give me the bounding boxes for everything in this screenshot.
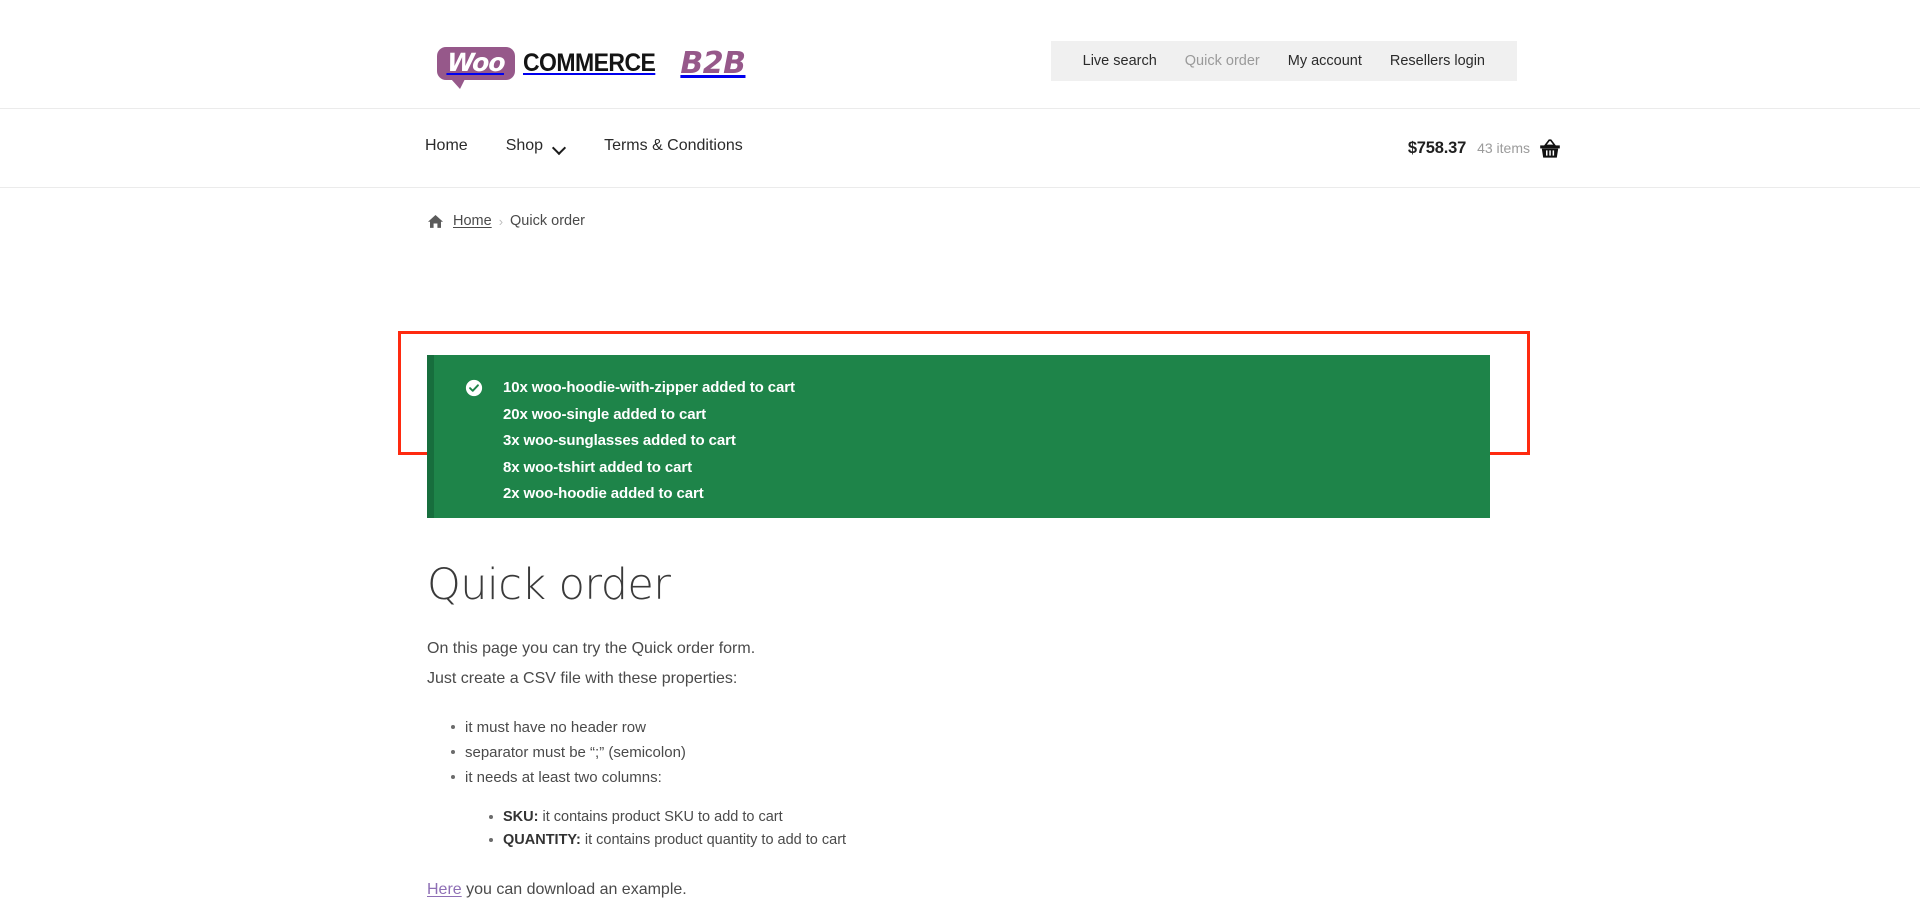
main-nav-bar: Home Shop Terms & Conditions $758.37 43 …: [0, 108, 1920, 188]
shopping-basket-icon[interactable]: [1538, 137, 1562, 161]
download-example-link[interactable]: Here: [427, 881, 462, 898]
cart-summary[interactable]: $758.37 43 items: [1408, 139, 1530, 158]
breadcrumb: Home › Quick order: [427, 213, 585, 229]
top-bar: Woo COMMERCE B2B Live search Quick order…: [0, 0, 1920, 108]
page-root: Woo COMMERCE B2B Live search Quick order…: [0, 0, 1920, 900]
main-content: Quick order On this page you can try the…: [427, 560, 1527, 900]
utility-nav-item-live-search[interactable]: Live search: [1069, 41, 1171, 81]
logo-woo-text: Woo: [446, 47, 506, 77]
alert-line: 20x woo-single added to cart: [503, 405, 707, 423]
home-icon: [427, 214, 444, 229]
page-title: Quick order: [427, 560, 671, 610]
download-example-line: Here you can download an example.: [427, 877, 1527, 900]
nav-item-terms-and-conditions[interactable]: Terms & Conditions: [604, 137, 743, 155]
woo-badge: Woo: [437, 46, 515, 89]
nav-item-home-label: Home: [425, 137, 468, 154]
list-item: separator must be “;” (semicolon): [451, 740, 1527, 765]
nav-item-home[interactable]: Home: [425, 137, 468, 155]
check-circle-icon: [465, 379, 483, 397]
alert-line: 10x woo-hoodie-with-zipper added to cart: [503, 379, 795, 396]
breadcrumb-separator: ›: [498, 213, 504, 229]
nav-item-terms-label: Terms & Conditions: [604, 137, 743, 154]
cart-total: $758.37: [1407, 139, 1467, 157]
logo-b2b-text: B2B: [680, 45, 746, 81]
list-item: it needs at least two columns:: [451, 765, 1527, 790]
main-nav: Home Shop Terms & Conditions: [425, 137, 743, 155]
breadcrumb-link-home[interactable]: Home: [453, 213, 492, 229]
csv-columns-list: SKU: it contains product SKU to add to c…: [465, 806, 1527, 851]
chevron-down-icon: [554, 143, 566, 150]
alert-line: 3x woo-sunglasses added to cart: [503, 432, 736, 449]
breadcrumb-current: Quick order: [510, 213, 585, 229]
list-item: SKU: it contains product SKU to add to c…: [489, 806, 1527, 829]
nav-item-shop-label: Shop: [505, 137, 544, 154]
csv-requirements-list: it must have no header row separator mus…: [427, 715, 1527, 851]
intro-paragraph: On this page you can try the Quick order…: [427, 636, 1527, 691]
cart-item-count: 43 items: [1477, 140, 1530, 156]
logo-commerce-text: COMMERCE: [522, 48, 656, 77]
utility-nav-item-quick-order[interactable]: Quick order: [1171, 41, 1274, 81]
column-label-sku: SKU:: [503, 809, 539, 825]
nav-item-shop[interactable]: Shop: [506, 137, 566, 155]
column-label-quantity: QUANTITY:: [503, 831, 581, 848]
intro-line-2: Just create a CSV file with these proper…: [427, 669, 738, 687]
alert-line: 8x woo-tshirt added to cart: [503, 458, 692, 476]
utility-nav: Live search Quick order My account Resel…: [1050, 41, 1517, 81]
column-desc-sku: it contains product SKU to add to cart: [538, 809, 783, 825]
column-desc-quantity: it contains product quantity to add to c…: [580, 831, 847, 848]
cart-success-alert: 10x woo-hoodie-with-zipper added to cart…: [427, 355, 1490, 518]
list-item: QUANTITY: it contains product quantity t…: [489, 829, 1527, 852]
download-example-text: you can download an example.: [461, 881, 687, 898]
intro-line-1: On this page you can try the Quick order…: [427, 640, 756, 657]
list-item: it must have no header row: [451, 715, 1527, 740]
utility-nav-item-resellers-login[interactable]: Resellers login: [1376, 41, 1499, 81]
alert-line: 2x woo-hoodie added to cart: [503, 485, 704, 502]
site-logo[interactable]: Woo COMMERCE B2B: [437, 44, 746, 89]
alert-message-list: 10x woo-hoodie-with-zipper added to cart…: [503, 375, 795, 508]
utility-nav-item-my-account[interactable]: My account: [1274, 41, 1376, 81]
